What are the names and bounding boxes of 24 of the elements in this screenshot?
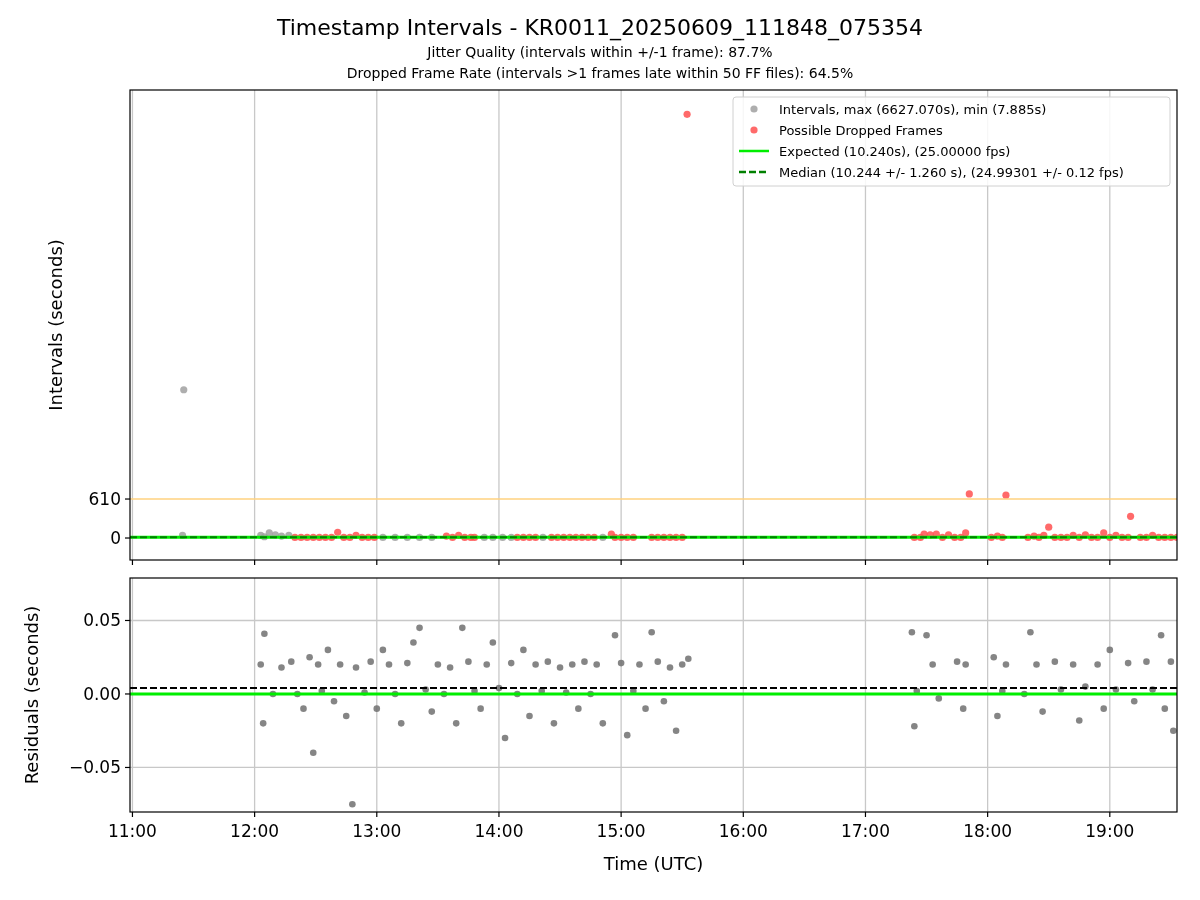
tick-label: 13:00 <box>352 821 402 841</box>
tick-label: 14:00 <box>474 821 524 841</box>
axis-label: Time (UTC) <box>603 853 704 874</box>
chart-subtitle: Jitter Quality (intervals within +/-1 frame): 87.7% <box>427 43 773 62</box>
axis-label: Intervals (seconds) <box>45 239 66 411</box>
tick-label: 12:00 <box>230 821 280 841</box>
legend-label: Possible Dropped Frames <box>779 123 943 138</box>
tick-label: 0 <box>110 528 121 548</box>
axis-label: Residuals (seconds) <box>21 605 42 785</box>
tick-label: 0.05 <box>83 610 121 631</box>
chart-title: Timestamp Intervals - KR0011_20250609_111848_075354 <box>276 14 924 42</box>
chart-subtitle: Dropped Frame Rate (intervals >1 frames late within 50 FF files): 64.5% <box>346 64 854 83</box>
tick-label: 610 <box>88 489 121 510</box>
tick-label: 11:00 <box>107 821 157 841</box>
legend-label: Expected (10.240s), (25.00000 fps) <box>779 144 1011 159</box>
tick-label: 16:00 <box>718 821 768 841</box>
legend-label: Median (10.244 +/- 1.260 s), (24.99301 +/- 0.12 fps) <box>779 165 1124 180</box>
tick-label: 17:00 <box>840 821 890 841</box>
tick-label: 15:00 <box>596 821 646 841</box>
tick-label: 0.00 <box>83 683 121 704</box>
tick-label: −0.05 <box>68 757 121 778</box>
legend-label: Intervals, max (6627.070s), min (7.885s) <box>779 102 1047 117</box>
tick-label: 19:00 <box>1085 821 1135 841</box>
tick-label: 18:00 <box>963 821 1013 841</box>
